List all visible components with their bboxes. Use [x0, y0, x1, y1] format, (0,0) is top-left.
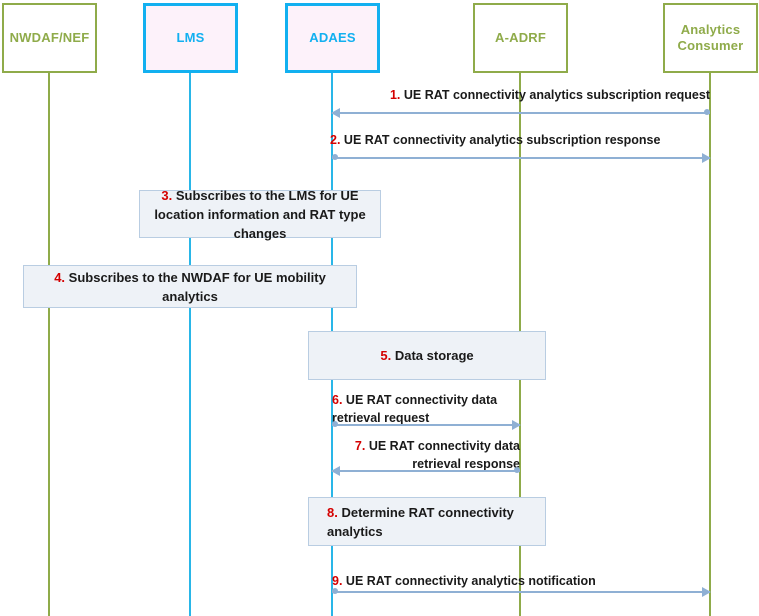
step-text: Data storage — [394, 348, 474, 363]
step-number: 6. — [332, 393, 343, 407]
action-box-step-4[interactable]: 4. Subscribes to the NWDAF for UE mobili… — [23, 265, 357, 308]
participant-label: ADAES — [309, 30, 356, 45]
arrow-shaft — [332, 424, 520, 426]
arrow-head-icon — [702, 152, 711, 163]
arrow-origin-dot — [514, 467, 520, 473]
arrow-head-icon — [331, 107, 340, 118]
step-number: 7. — [354, 439, 366, 453]
message-arrow-step-1 — [331, 107, 710, 118]
lifeline-nwdaf — [48, 73, 50, 616]
message-arrow-step-9 — [332, 586, 711, 597]
action-box-content: 4. Subscribes to the NWDAF for UE mobili… — [24, 268, 356, 306]
participant-consumer[interactable]: Analytics Consumer — [663, 3, 758, 73]
step-number: 1. — [389, 88, 401, 102]
step-text: UE RAT connectivity analytics subscripti… — [403, 88, 710, 102]
step-number: 8. — [327, 504, 338, 520]
participant-label: Analytics Consumer — [677, 22, 744, 53]
arrow-origin-dot — [704, 109, 710, 115]
arrow-origin-dot — [332, 154, 338, 160]
action-box-content: 5. Data storage — [309, 346, 545, 365]
arrow-shaft — [332, 591, 710, 593]
participant-label: LMS — [176, 30, 205, 45]
action-box-step-5[interactable]: 5. Data storage — [308, 331, 546, 380]
step-number: 5. — [380, 348, 392, 363]
step-number: 2. — [330, 133, 341, 147]
step-text: UE RAT connectivity analytics subscripti… — [343, 133, 661, 147]
arrow-head-icon — [331, 465, 340, 476]
action-box-step-3[interactable]: 3. Subscribes to the LMS for UE location… — [139, 188, 381, 241]
participant-adaes[interactable]: ADAES — [285, 3, 380, 73]
message-label-step-2: 2. UE RAT connectivity analytics subscri… — [330, 131, 695, 149]
step-text: Subscribes to the LMS for UE location in… — [154, 187, 366, 241]
step-text: Subscribes to the NWDAF for UE mobility … — [68, 269, 326, 304]
arrow-origin-dot — [332, 588, 338, 594]
message-label-step-1: 1. UE RAT connectivity analytics subscri… — [345, 86, 710, 104]
message-arrow-step-7 — [331, 465, 520, 476]
action-box-content: 8. Determine RAT connectivity analytics — [309, 503, 545, 541]
arrow-head-icon — [702, 586, 711, 597]
action-box-content: 3. Subscribes to the LMS for UE location… — [140, 186, 380, 243]
participant-aadrf[interactable]: A-ADRF — [473, 3, 568, 73]
sequence-diagram: NWDAF/NEF LMS ADAES A-ADRF Analytics Consume… — [0, 0, 759, 616]
step-text: Determine RAT connectivity analytics — [327, 504, 514, 539]
action-box-step-8[interactable]: 8. Determine RAT connectivity analytics — [308, 497, 546, 546]
step-number: 3. — [161, 187, 173, 203]
message-arrow-step-2 — [332, 152, 711, 163]
arrow-shaft — [332, 112, 710, 114]
message-arrow-step-6 — [332, 419, 521, 430]
participant-lms[interactable]: LMS — [143, 3, 238, 73]
participant-label: NWDAF/NEF — [9, 30, 90, 45]
lifeline-lms — [189, 73, 191, 616]
arrow-origin-dot — [332, 421, 338, 427]
arrow-shaft — [332, 470, 520, 472]
arrow-head-icon — [512, 419, 521, 430]
arrow-shaft — [332, 157, 710, 159]
participant-nwdaf[interactable]: NWDAF/NEF — [2, 3, 97, 73]
participant-label: A-ADRF — [494, 30, 547, 45]
step-number: 4. — [54, 269, 66, 285]
